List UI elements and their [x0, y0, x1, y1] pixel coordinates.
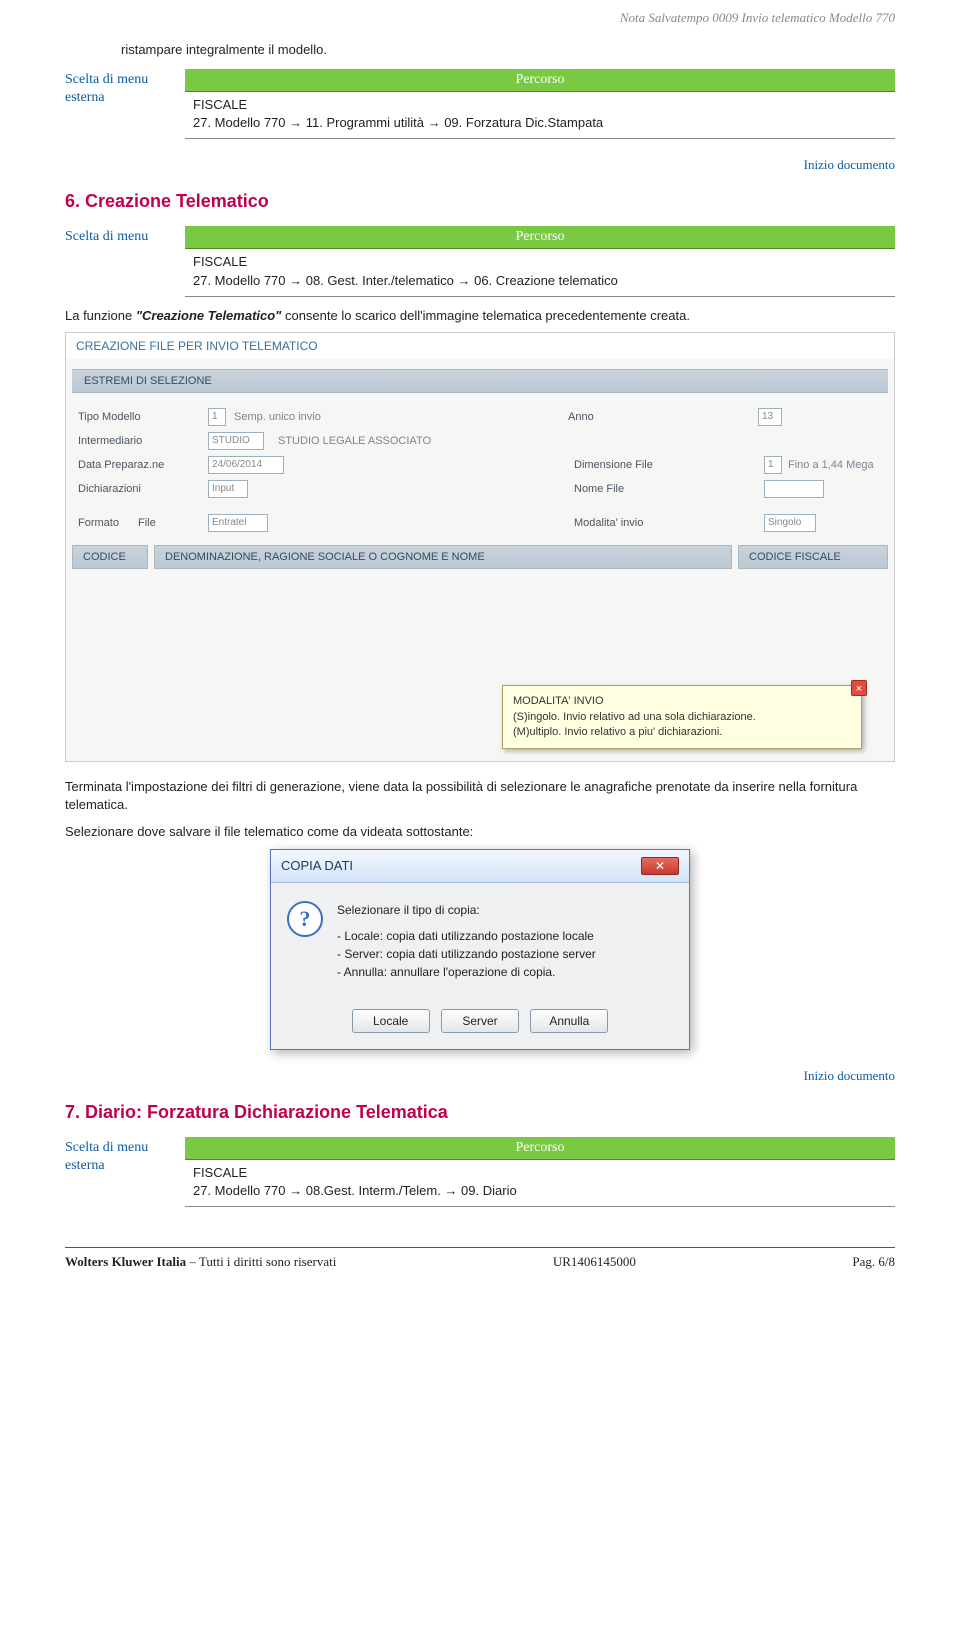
percorso-box-1: Percorso FISCALE 27. Modello 770 → 11. P…	[185, 69, 895, 139]
percorso-header: Percorso	[185, 1137, 895, 1160]
scelta-menu-label: Scelta di menu esterna	[65, 1137, 185, 1175]
anno-input[interactable]: 13	[758, 408, 782, 426]
scelta-menu-label: Scelta di menu	[65, 226, 185, 246]
scelta-menu-label: Scelta di menu esterna	[65, 69, 185, 107]
dialog-option-server: - Server: copia dati utilizzando postazi…	[337, 945, 596, 963]
nomefile-input[interactable]	[764, 480, 824, 498]
dialog-prompt: Selezionare il tipo di copia:	[337, 901, 596, 919]
intermediario-input[interactable]: STUDIO	[208, 432, 264, 450]
modalita-label: Modalita' invio	[574, 517, 684, 529]
section-7-heading: 7. Diario: Forzatura Dichiarazione Telem…	[65, 1102, 895, 1123]
section-6-description: La funzione "Creazione Telematico" conse…	[65, 307, 895, 325]
percorso-box-2: Percorso FISCALE 27. Modello 770 → 08. G…	[185, 226, 895, 296]
dichiarazioni-label: Dichiarazioni	[78, 483, 208, 495]
percorso-path: FISCALE 27. Modello 770 → 08.Gest. Inter…	[185, 1159, 895, 1206]
file-label: File	[138, 517, 208, 529]
percorso-box-3: Percorso FISCALE 27. Modello 770 → 08.Ge…	[185, 1137, 895, 1207]
annulla-button[interactable]: Annulla	[530, 1009, 608, 1033]
dialog-title: COPIA DATI	[281, 858, 353, 873]
col-codice-fiscale: CODICE FISCALE	[738, 545, 888, 569]
tooltip-modalita-invio: × MODALITA' INVIO (S)ingolo. Invio relat…	[502, 685, 862, 749]
modalita-input[interactable]: Singolo	[764, 514, 816, 532]
percorso-path: FISCALE 27. Modello 770 → 08. Gest. Inte…	[185, 249, 895, 296]
dimfile-text: Fino a 1,44 Mega	[788, 459, 882, 471]
col-codice: CODICE	[72, 545, 148, 569]
question-icon: ?	[287, 901, 323, 937]
tipo-modello-text: Semp. unico invio	[234, 411, 321, 423]
inizio-documento-link[interactable]: Inizio documento	[65, 1068, 895, 1084]
anno-label: Anno	[568, 411, 678, 423]
dialog-option-locale: - Locale: copia dati utilizzando postazi…	[337, 927, 596, 945]
formato-input[interactable]: Entratel	[208, 514, 268, 532]
data-preparaz-label: Data Preparaz.ne	[78, 459, 208, 471]
dialog-titlebar: COPIA DATI ✕	[271, 850, 689, 883]
page-footer: Wolters Kluwer Italia – Tutti i diritti …	[65, 1247, 895, 1294]
dimfile-input[interactable]: 1	[764, 456, 782, 474]
tipo-modello-input[interactable]: 1	[208, 408, 226, 426]
percorso-header: Percorso	[185, 226, 895, 249]
post-text-1: Terminata l'impostazione dei filtri di g…	[65, 778, 895, 813]
copia-dati-dialog: COPIA DATI ✕ ? Selezionare il tipo di co…	[270, 849, 690, 1050]
col-denominazione: DENOMINAZIONE, RAGIONE SOCIALE O COGNOME…	[154, 545, 732, 569]
dichiarazioni-input[interactable]: Input	[208, 480, 248, 498]
app-screenshot-creazione: CREAZIONE FILE PER INVIO TELEMATICO ESTR…	[65, 332, 895, 762]
inizio-documento-link[interactable]: Inizio documento	[65, 157, 895, 173]
close-icon[interactable]: ×	[851, 680, 867, 696]
nomefile-label: Nome File	[574, 483, 684, 495]
intro-text: ristampare integralmente il modello.	[121, 42, 895, 57]
percorso-header: Percorso	[185, 69, 895, 92]
ss-title: CREAZIONE FILE PER INVIO TELEMATICO	[66, 333, 894, 359]
formato-label: Formato	[78, 517, 138, 529]
dimfile-label: Dimensione File	[574, 459, 684, 471]
percorso-path: FISCALE 27. Modello 770 → 11. Programmi …	[185, 92, 895, 139]
server-button[interactable]: Server	[441, 1009, 519, 1033]
tipo-modello-label: Tipo Modello	[78, 411, 208, 423]
ss-subheader: ESTREMI DI SELEZIONE	[72, 369, 888, 393]
close-icon[interactable]: ✕	[641, 857, 679, 875]
intermediario-label: Intermediario	[78, 435, 208, 447]
section-6-heading: 6. Creazione Telematico	[65, 191, 895, 212]
intermediario-text: STUDIO LEGALE ASSOCIATO	[278, 435, 431, 447]
dialog-option-annulla: - Annulla: annullare l'operazione di cop…	[337, 963, 596, 981]
locale-button[interactable]: Locale	[352, 1009, 430, 1033]
data-preparaz-input[interactable]: 24/06/2014	[208, 456, 284, 474]
document-header: Nota Salvatempo 0009 Invio telematico Mo…	[65, 0, 895, 42]
post-text-2: Selezionare dove salvare il file telemat…	[65, 823, 895, 841]
